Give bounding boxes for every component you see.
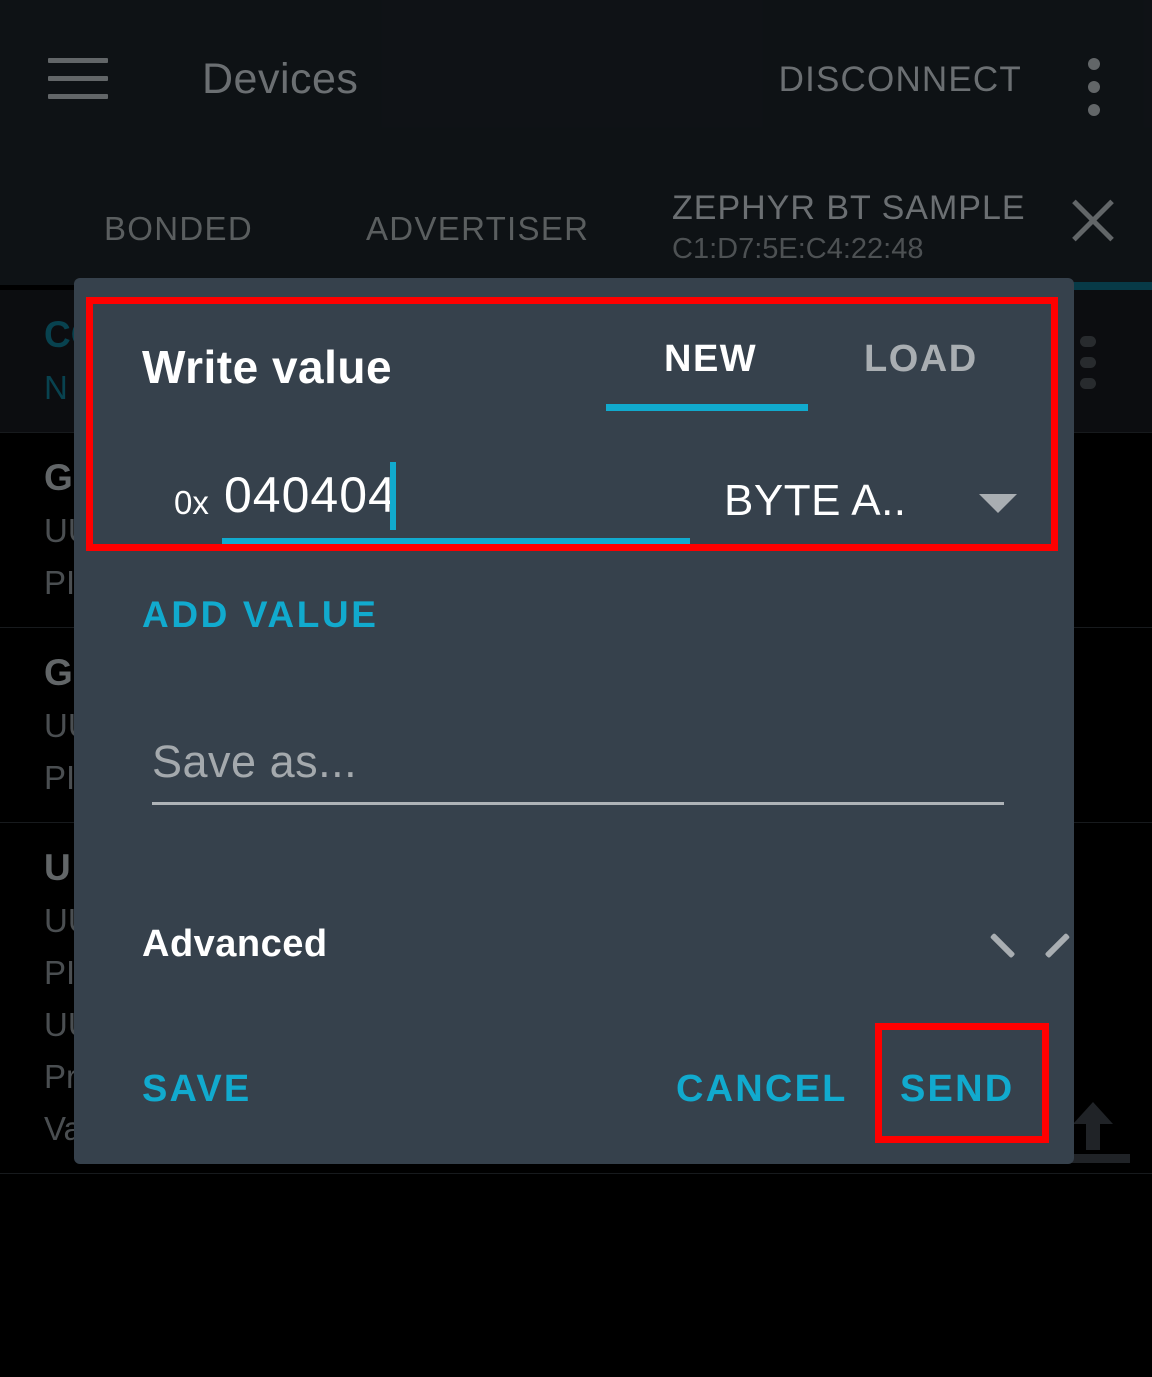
advanced-label[interactable]: Advanced — [142, 923, 328, 966]
send-button[interactable]: SEND — [900, 1068, 1014, 1111]
segment-new[interactable]: NEW — [664, 338, 757, 381]
add-value-button[interactable]: ADD VALUE — [142, 594, 379, 636]
screen: Devices DISCONNECT BONDED ADVERTISER ZEP… — [0, 0, 1152, 1377]
hex-prefix-label: 0x — [174, 484, 209, 521]
chevron-down-icon — [979, 494, 1017, 513]
save-as-field[interactable]: Save as... — [152, 736, 1004, 805]
hex-input-underline — [222, 538, 690, 545]
dialog-title: Write value — [142, 341, 393, 393]
text-caret — [390, 462, 396, 530]
save-button[interactable]: SAVE — [142, 1068, 251, 1111]
save-as-underline — [152, 802, 1004, 805]
cancel-button[interactable]: CANCEL — [676, 1068, 848, 1111]
write-value-dialog: Write value NEW LOAD 0x 040404 BYTE A.. … — [74, 278, 1074, 1164]
hex-value-input[interactable]: 040404 — [224, 466, 397, 524]
save-as-placeholder: Save as... — [152, 736, 358, 787]
segment-load[interactable]: LOAD — [864, 338, 978, 381]
chevron-down-icon[interactable] — [992, 930, 1040, 958]
value-format-label: BYTE A.. — [724, 476, 907, 525]
segment-active-indicator — [606, 404, 808, 411]
